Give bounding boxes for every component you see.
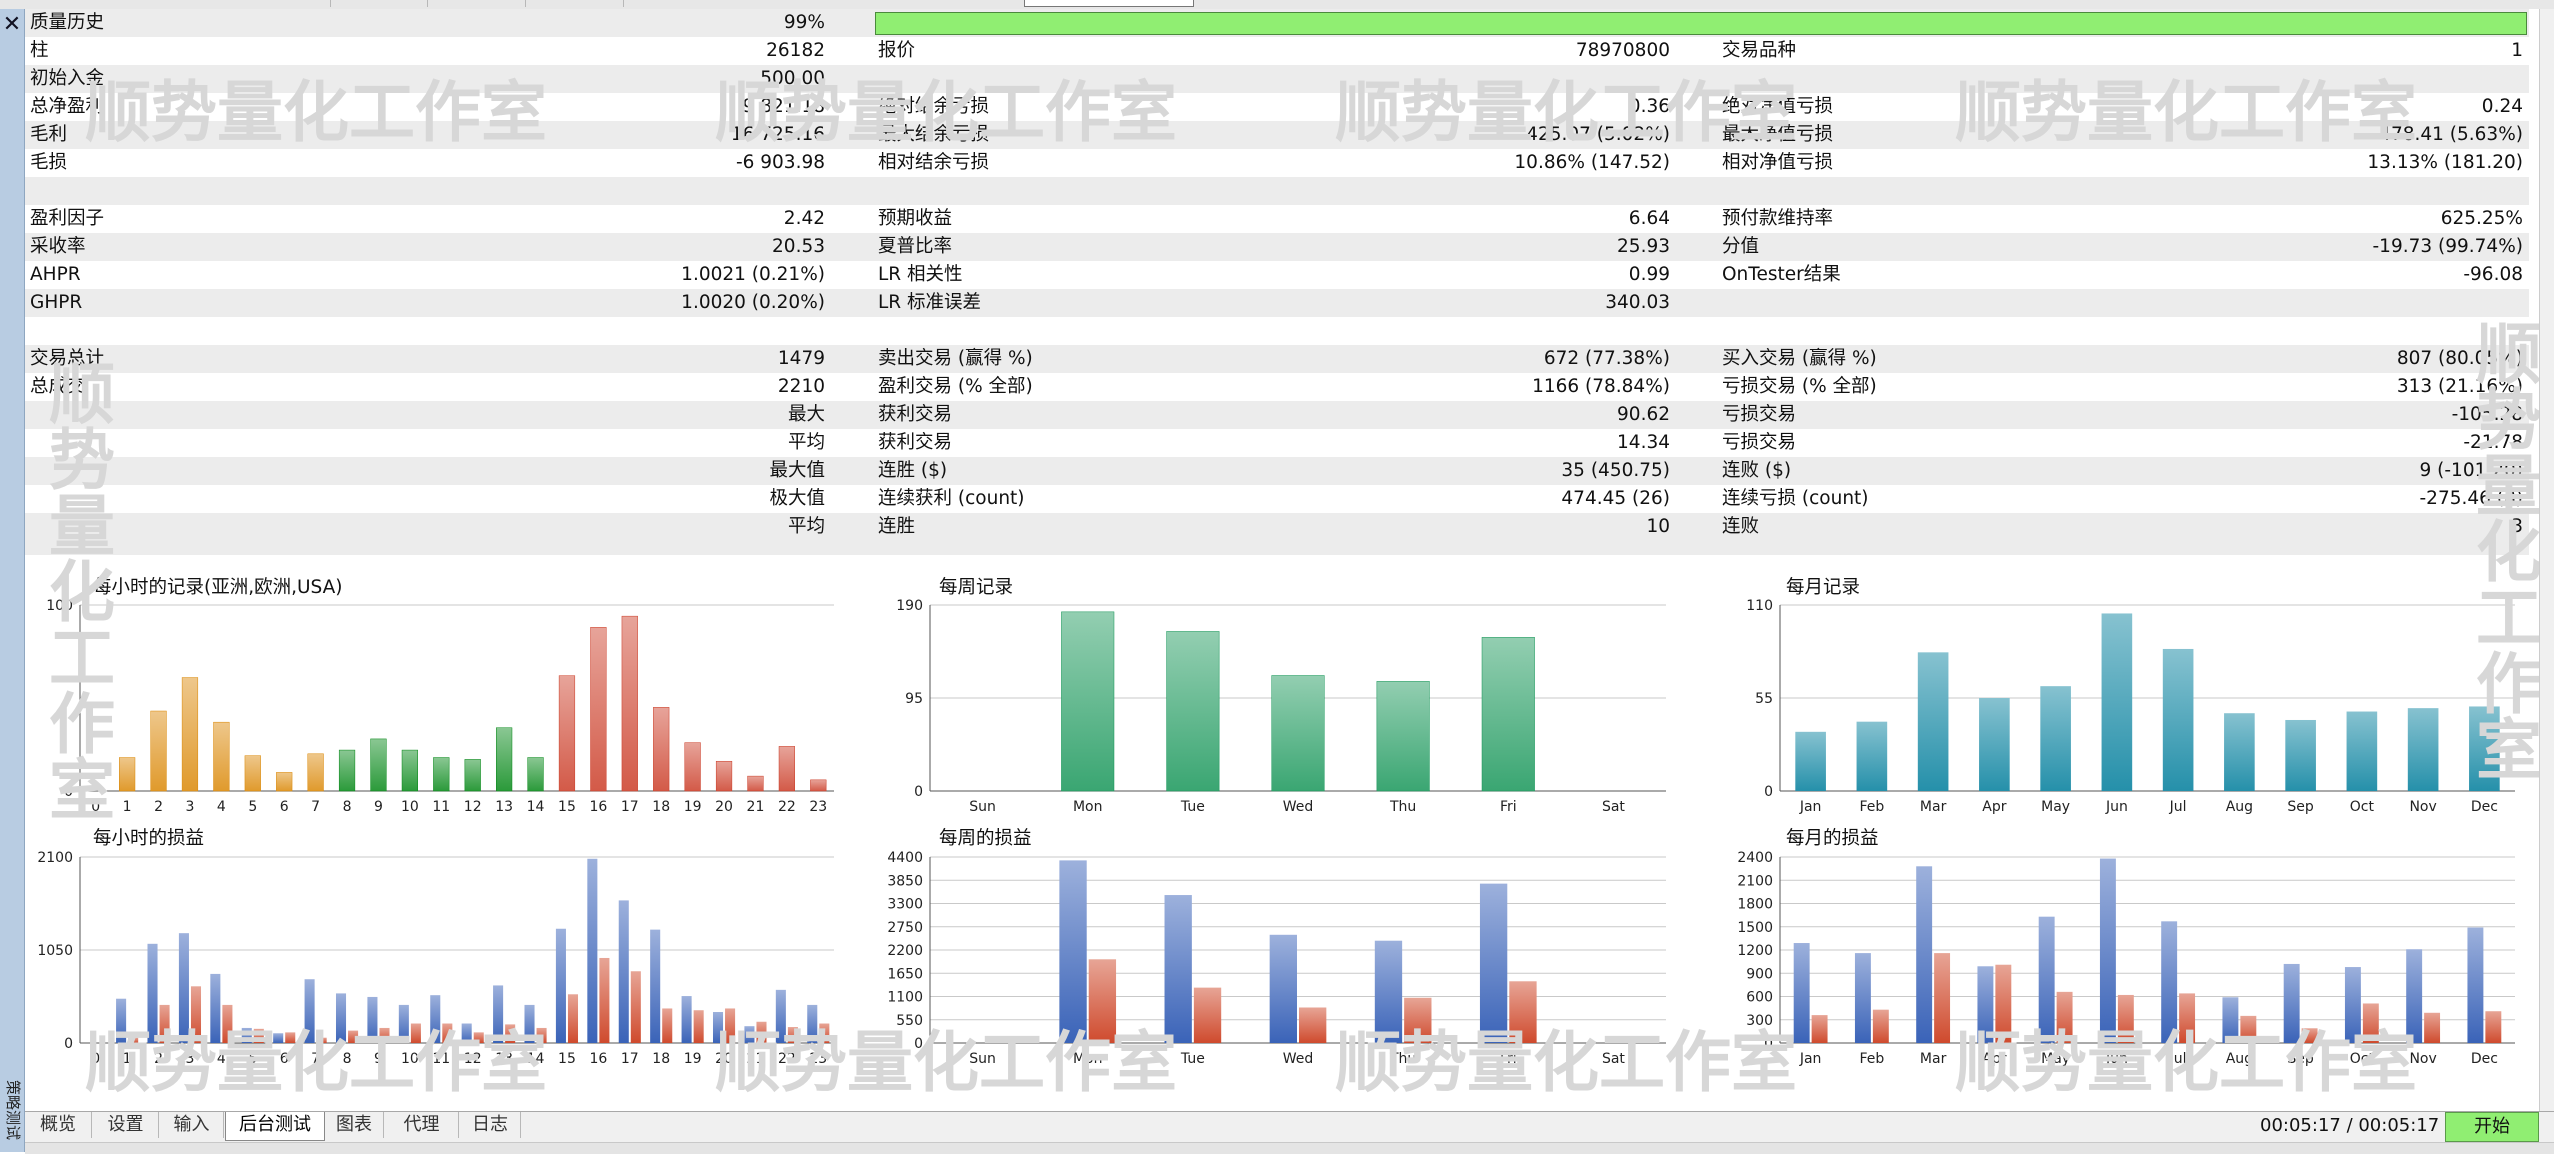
y-tick-label: 2100 <box>1737 873 1773 889</box>
loss-bar <box>1811 1015 1828 1043</box>
document-tab[interactable] <box>332 0 428 7</box>
profit-bar <box>2467 927 2484 1043</box>
profit-bar <box>1854 953 1871 1043</box>
profit-bar <box>1793 943 1810 1043</box>
x-tick-label: Feb <box>1859 1051 1884 1067</box>
backtest-report: 质量历史 99% 柱 26182 报价 78970800 交易品种 1 初始入金 500.00 总净… <box>25 9 2542 1111</box>
x-tick-label: Dec <box>2471 1051 2498 1067</box>
y-tick-label: 1200 <box>1737 943 1773 959</box>
close-icon[interactable]: ✕ <box>0 13 24 37</box>
loss-bar <box>2301 1028 2318 1043</box>
profit-bar <box>2161 921 2178 1043</box>
document-tab[interactable] <box>429 0 526 7</box>
x-tick-label: Jun <box>2105 1051 2128 1067</box>
x-tick-label: Apr <box>1982 1051 2006 1067</box>
x-tick-label: Mar <box>1920 1051 1947 1067</box>
loss-bar <box>1995 964 2012 1043</box>
loss-bar <box>2240 1015 2257 1043</box>
profit-bar <box>1977 966 1994 1043</box>
loss-bar <box>2056 991 2073 1043</box>
loss-bar <box>1934 953 1951 1043</box>
profit-bar <box>1916 866 1933 1043</box>
profit-bar <box>2099 858 2116 1043</box>
chart-title: 每月的损益 <box>1786 828 1879 849</box>
loss-bar <box>2179 993 2196 1043</box>
x-tick-label: Jul <box>2169 1051 2187 1067</box>
bottom-tab[interactable]: 设置 <box>93 1112 159 1138</box>
y-tick-label: 0 <box>1764 1036 1773 1052</box>
profit-bar <box>2038 916 2055 1043</box>
x-tick-label: May <box>2041 1051 2070 1067</box>
vertical-scrollbar[interactable] <box>2539 9 2554 1111</box>
document-tab[interactable] <box>240 0 331 7</box>
x-tick-label: Jan <box>1799 1051 1822 1067</box>
loss-bar <box>2117 994 2134 1043</box>
document-tab-active[interactable] <box>1024 0 1194 7</box>
y-tick-label: 1800 <box>1737 897 1773 913</box>
bottom-tab[interactable]: 输入 <box>160 1112 224 1138</box>
side-panel-label: 策略测试 <box>4 1079 22 1140</box>
x-tick-label: Oct <box>2350 1051 2375 1067</box>
profit-bar <box>2222 997 2239 1043</box>
y-tick-label: 600 <box>1746 990 1773 1006</box>
document-tab[interactable] <box>527 0 624 7</box>
loss-bar <box>2362 1003 2379 1043</box>
bottom-tab[interactable]: 日志 <box>460 1112 521 1138</box>
x-tick-label: Sep <box>2287 1051 2314 1067</box>
loss-bar <box>2485 1011 2502 1043</box>
bottom-tab[interactable]: 图表 <box>325 1112 384 1138</box>
profit-bar <box>2283 963 2300 1043</box>
bottom-tab[interactable]: 概览 <box>25 1112 92 1138</box>
x-tick-label: Aug <box>2226 1051 2253 1067</box>
profit-bar <box>2406 949 2423 1043</box>
bottom-tab[interactable]: 后台测试 <box>225 1112 325 1141</box>
status-strip <box>25 1142 2554 1154</box>
profit-bar <box>2344 967 2361 1043</box>
tester-side-panel: ✕ 策略测试 <box>0 9 25 1152</box>
bottom-tab[interactable]: 代理 <box>385 1112 459 1138</box>
loss-bar <box>2424 1012 2441 1043</box>
y-tick-label: 2400 <box>1737 850 1773 866</box>
bottom-tab-bar: 概览 设置 输入 后台测试 图表 代理 日志 00:05:17 / 00:05:17 开始 <box>25 1111 2554 1154</box>
loss-bar <box>1872 1009 1889 1043</box>
chart-svg: 每月的损益 0 300 600 900 1200 1500 1800 2100 2400 Jan Fe… <box>1737 828 2515 1067</box>
x-tick-label: Nov <box>2409 1051 2436 1067</box>
y-tick-label: 1500 <box>1737 920 1773 936</box>
start-button[interactable]: 开始 <box>2445 1112 2539 1142</box>
elapsed-timer: 00:05:17 / 00:05:17 <box>2260 1115 2440 1136</box>
y-tick-label: 300 <box>1746 1013 1773 1029</box>
y-tick-label: 900 <box>1746 966 1773 982</box>
